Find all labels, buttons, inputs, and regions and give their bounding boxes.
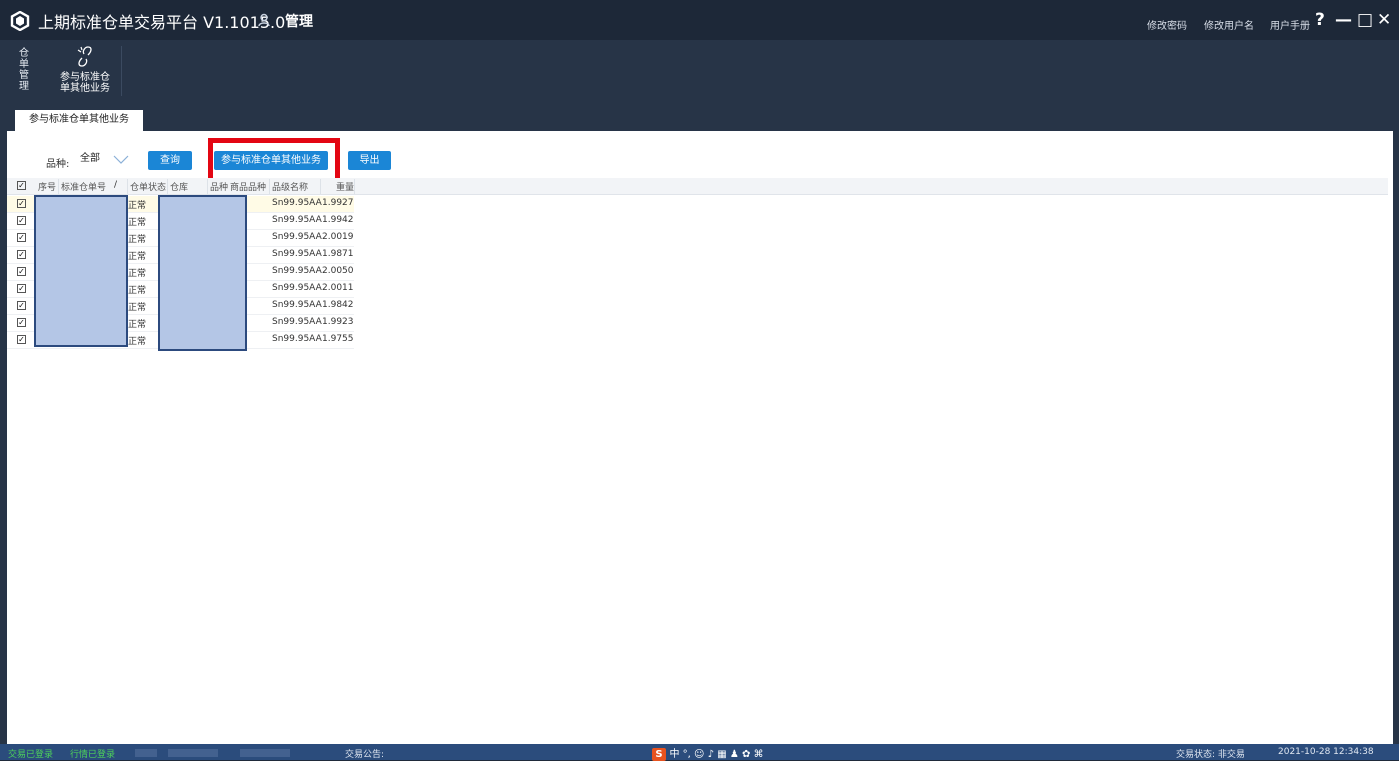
participate-other-business-ribbon-button[interactable]: 参与标准仓 单其他业务 <box>52 44 118 98</box>
status-cell: 正常 <box>128 337 147 347</box>
title-bar: 上期标准仓单交易平台 V1.1015.0 管理 修改密码 修改用户名 用户手册 … <box>0 0 1399 40</box>
weight-cell: 2.0050 <box>322 266 354 276</box>
trade-login-status: 交易已登录 <box>8 750 54 760</box>
column-header-status[interactable]: 仓单状态 <box>130 180 166 193</box>
column-header-weight[interactable]: 重量 <box>336 180 354 193</box>
ribbon-button-label-line1: 参与标准仓 <box>60 72 110 83</box>
column-header-index[interactable]: 序号 <box>38 180 56 193</box>
user-manual-link[interactable]: 用户手册 <box>1270 17 1310 32</box>
column-divider <box>167 179 168 194</box>
sogou-ime-icon[interactable]: S <box>652 748 666 761</box>
redacted-warehouse-names <box>158 195 247 351</box>
weight-cell: 1.9923 <box>322 317 354 327</box>
grade-cell: Sn99.95AA <box>272 266 322 276</box>
ime-toolbar-icons[interactable]: 中 °, ☺ ♪ ▦ ♟ ✿ ⌘ <box>670 749 764 760</box>
status-cell: 正常 <box>128 218 147 228</box>
ribbon-button-label-line2: 单其他业务 <box>60 83 110 94</box>
datetime: 2021-10-28 12:34:38 <box>1278 747 1374 757</box>
row-checkbox[interactable]: ✓ <box>17 199 26 208</box>
help-button[interactable]: ? <box>1315 12 1325 29</box>
tab-strip <box>0 104 1399 131</box>
close-button[interactable]: ✕ <box>1377 12 1391 29</box>
weight-cell: 1.9927 <box>322 198 354 208</box>
grade-cell: Sn99.95AA <box>272 300 322 310</box>
grade-cell: Sn99.95AA <box>272 283 322 293</box>
trade-notice-label: 交易公告: <box>345 750 385 760</box>
change-password-link[interactable]: 修改密码 <box>1147 17 1187 32</box>
redacted-receipt-numbers <box>34 195 128 347</box>
redacted-status-text <box>168 749 218 757</box>
weight-cell: 1.9942 <box>322 215 354 225</box>
column-divider <box>207 179 208 194</box>
change-username-link[interactable]: 修改用户名 <box>1204 17 1254 32</box>
row-checkbox[interactable]: ✓ <box>17 318 26 327</box>
tab-participate-other-business[interactable]: 参与标准仓单其他业务 <box>15 110 143 131</box>
weight-cell: 1.9871 <box>322 249 354 259</box>
status-cell: 正常 <box>128 303 147 313</box>
row-checkbox[interactable]: ✓ <box>17 267 26 276</box>
app-title: 上期标准仓单交易平台 V1.1015.0 <box>38 13 286 32</box>
sort-icon: / <box>114 180 118 190</box>
grade-cell: Sn99.95AA <box>272 232 322 242</box>
column-header-receipt-no[interactable]: 标准仓单号 <box>61 180 106 193</box>
column-header-grade[interactable]: 品级名称 <box>272 180 308 193</box>
status-cell: 正常 <box>128 286 147 296</box>
row-checkbox[interactable]: ✓ <box>17 301 26 310</box>
status-cell: 正常 <box>128 320 147 330</box>
row-checkbox[interactable]: ✓ <box>17 284 26 293</box>
weight-cell: 2.0019 <box>322 232 354 242</box>
ribbon-group-label: 仓单管理 <box>19 48 29 92</box>
column-divider <box>58 179 59 194</box>
status-cell: 正常 <box>128 252 147 262</box>
row-checkbox[interactable]: ✓ <box>17 250 26 259</box>
weight-cell: 1.9755 <box>322 334 354 344</box>
column-divider <box>354 179 355 194</box>
query-button[interactable]: 查询 <box>148 151 192 170</box>
ime-toolbar[interactable]: S 中 °, ☺ ♪ ▦ ♟ ✿ ⌘ <box>652 745 764 761</box>
select-all-checkbox[interactable]: ✓ <box>17 181 26 190</box>
column-divider <box>127 179 128 194</box>
column-divider <box>320 179 321 194</box>
redacted-status-text <box>240 749 290 757</box>
app-logo-icon <box>10 11 30 31</box>
grade-cell: Sn99.95AA <box>272 198 322 208</box>
export-button[interactable]: 导出 <box>348 151 391 170</box>
column-header-warehouse[interactable]: 仓库 <box>170 180 188 193</box>
row-checkbox[interactable]: ✓ <box>17 233 26 242</box>
highlight-box <box>208 138 340 183</box>
status-cell: 正常 <box>128 269 147 279</box>
row-checkbox[interactable]: ✓ <box>17 335 26 344</box>
column-header-variety[interactable]: 品种 <box>210 180 228 193</box>
user-name[interactable]: 管理 <box>285 11 313 31</box>
ribbon <box>0 40 1399 104</box>
app-window: 上期标准仓单交易平台 V1.1015.0 管理 修改密码 修改用户名 用户手册 … <box>0 0 1399 761</box>
maximize-button[interactable]: □ <box>1357 12 1373 29</box>
status-cell: 正常 <box>128 235 147 245</box>
status-cell: 正常 <box>128 201 147 211</box>
quote-login-status: 行情已登录 <box>70 750 116 760</box>
minimize-button[interactable]: — <box>1335 12 1352 29</box>
chevron-down-icon[interactable] <box>113 155 129 165</box>
grade-cell: Sn99.95AA <box>272 317 322 327</box>
row-checkbox[interactable]: ✓ <box>17 216 26 225</box>
column-header-commodity[interactable]: 商品品种 <box>230 180 266 193</box>
weight-cell: 1.9842 <box>322 300 354 310</box>
ribbon-divider <box>121 46 122 96</box>
grade-cell: Sn99.95AA <box>272 215 322 225</box>
link-icon <box>77 46 92 67</box>
trade-status: 交易状态: 非交易 <box>1176 750 1245 760</box>
redacted-status-text <box>135 749 157 757</box>
grade-cell: Sn99.95AA <box>272 334 322 344</box>
weight-cell: 2.0011 <box>322 283 354 293</box>
user-icon <box>258 13 270 27</box>
grade-cell: Sn99.95AA <box>272 249 322 259</box>
column-divider <box>269 179 270 194</box>
variety-label: 品种: <box>46 159 70 170</box>
